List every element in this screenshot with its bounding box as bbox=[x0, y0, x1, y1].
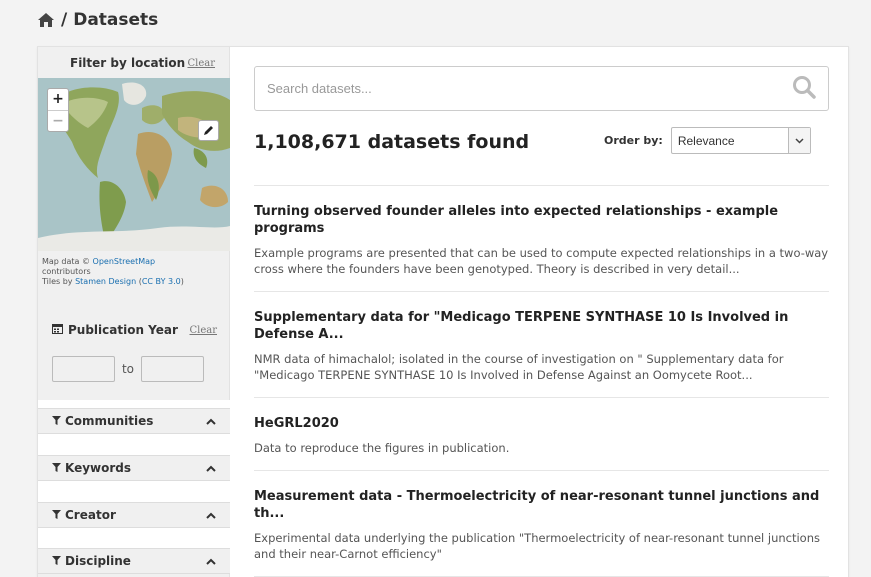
order-by-select[interactable]: Relevance bbox=[670, 127, 811, 154]
facet-spacer bbox=[38, 481, 230, 502]
calendar-icon bbox=[52, 323, 63, 337]
order-by-control: Order by: Relevance bbox=[604, 127, 811, 154]
tiles-prefix: Tiles by bbox=[42, 277, 76, 286]
results-count: 1,108,671 datasets found bbox=[254, 131, 530, 153]
facet-label-discipline: Discipline bbox=[65, 554, 131, 568]
zoom-out-button[interactable]: − bbox=[48, 109, 68, 132]
filter-icon bbox=[52, 461, 61, 475]
breadcrumb-separator: / bbox=[61, 10, 68, 30]
filter-icon bbox=[52, 554, 61, 568]
result-item: HeGRL2020 Data to reproduce the figures … bbox=[254, 398, 829, 471]
publication-year-clear-link[interactable]: Clear bbox=[189, 325, 217, 336]
filter-sidebar: Filter by location Clear + − Map data © … bbox=[38, 47, 230, 577]
facet-spacer bbox=[38, 434, 230, 455]
main-panel: Filter by location Clear + − Map data © … bbox=[37, 46, 849, 577]
result-title[interactable]: Measurement data - Thermoelectricity of … bbox=[254, 488, 829, 522]
map-attribution: Map data © OpenStreetMap contributors Ti… bbox=[42, 257, 226, 287]
result-title[interactable]: Supplementary data for "Medicago TERPENE… bbox=[254, 309, 829, 343]
result-item: Measurement data - Thermoelectricity of … bbox=[254, 471, 829, 577]
filter-icon bbox=[52, 508, 61, 522]
draw-area-button[interactable] bbox=[198, 120, 219, 141]
results-area: 1,108,671 datasets found Order by: Relev… bbox=[230, 47, 848, 577]
osm-link[interactable]: OpenStreetMap bbox=[93, 257, 156, 266]
result-title[interactable]: HeGRL2020 bbox=[254, 415, 829, 432]
result-description: NMR data of himachalol; isolated in the … bbox=[254, 352, 784, 382]
location-filter-label: Filter by location bbox=[70, 56, 186, 70]
results-list: Turning observed founder alleles into ex… bbox=[254, 185, 829, 577]
facet-label-creator: Creator bbox=[65, 508, 116, 522]
chevron-up-icon[interactable] bbox=[206, 414, 216, 428]
map-zoom-control: + − bbox=[47, 88, 69, 132]
home-icon[interactable] bbox=[37, 12, 55, 28]
page-title: Datasets bbox=[73, 10, 159, 30]
search-icon[interactable] bbox=[792, 75, 816, 103]
year-range: to bbox=[52, 356, 204, 382]
facet-communities[interactable]: Communities bbox=[38, 408, 230, 434]
location-map[interactable]: + − bbox=[38, 78, 230, 251]
zoom-in-button[interactable]: + bbox=[48, 89, 68, 110]
order-by-label: Order by: bbox=[604, 134, 663, 147]
chevron-down-icon[interactable] bbox=[787, 128, 810, 153]
facet-discipline[interactable]: Discipline bbox=[38, 548, 230, 574]
result-description: Example programs are presented that can … bbox=[254, 246, 829, 276]
pencil-icon bbox=[203, 125, 214, 136]
chevron-up-icon[interactable] bbox=[206, 461, 216, 475]
attribution-prefix: Map data © bbox=[42, 257, 93, 266]
filter-icon bbox=[52, 414, 61, 428]
publication-year-label: Publication Year bbox=[68, 323, 178, 337]
result-description: Experimental data underlying the publica… bbox=[254, 531, 820, 561]
facet-label-communities: Communities bbox=[65, 414, 154, 428]
stamen-link[interactable]: Stamen Design bbox=[75, 277, 136, 286]
facet-label-keywords: Keywords bbox=[65, 461, 132, 475]
facet-spacer bbox=[38, 528, 230, 549]
year-from-input[interactable] bbox=[52, 356, 115, 382]
result-description: Data to reproduce the figures in publica… bbox=[254, 441, 510, 455]
location-clear-link[interactable]: Clear bbox=[187, 58, 215, 69]
license-link[interactable]: CC BY 3.0 bbox=[142, 277, 181, 286]
chevron-up-icon[interactable] bbox=[206, 554, 216, 568]
year-to-label: to bbox=[121, 362, 135, 376]
license-close: ) bbox=[180, 277, 184, 286]
attribution-contributors: contributors bbox=[42, 267, 91, 276]
search-box bbox=[254, 66, 829, 111]
result-title[interactable]: Turning observed founder alleles into ex… bbox=[254, 203, 829, 237]
publication-year-header: Publication Year Clear bbox=[52, 323, 217, 337]
result-item: Turning observed founder alleles into ex… bbox=[254, 186, 829, 292]
breadcrumb: / Datasets bbox=[37, 10, 158, 30]
location-filter-header: Filter by location Clear bbox=[38, 56, 229, 70]
facet-keywords[interactable]: Keywords bbox=[38, 455, 230, 481]
order-by-value: Relevance bbox=[677, 133, 735, 148]
search-input[interactable] bbox=[267, 81, 792, 96]
result-item: Supplementary data for "Medicago TERPENE… bbox=[254, 292, 829, 398]
chevron-up-icon[interactable] bbox=[206, 508, 216, 522]
year-to-input[interactable] bbox=[140, 356, 204, 382]
facet-creator[interactable]: Creator bbox=[38, 502, 230, 528]
